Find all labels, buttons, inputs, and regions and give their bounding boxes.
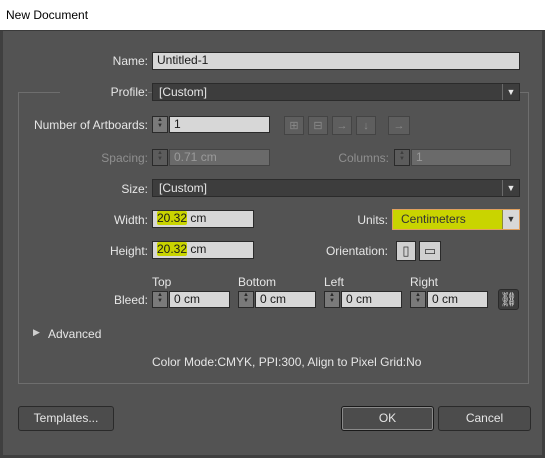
- bleed-right-input[interactable]: 0 cm: [427, 291, 488, 308]
- portrait-icon[interactable]: ▯: [396, 241, 416, 261]
- spacing-label: Spacing:: [101, 151, 148, 165]
- spacing-input: 0.71 cm: [169, 149, 270, 166]
- size-label: Size:: [121, 182, 148, 196]
- height-input[interactable]: 20.32 cm: [152, 241, 254, 259]
- document-info: Color Mode:CMYK, PPI:300, Align to Pixel…: [152, 355, 422, 369]
- name-label: Name:: [112, 54, 148, 68]
- bleed-top-label: Top: [152, 275, 172, 289]
- name-input[interactable]: Untitled-1: [152, 52, 520, 70]
- artboards-stepper[interactable]: ▲ ▼: [152, 116, 168, 133]
- columns-label: Columns:: [338, 151, 389, 165]
- bleed-top-input[interactable]: 0 cm: [169, 291, 230, 308]
- width-label: Width:: [113, 213, 148, 227]
- advanced-toggle[interactable]: Advanced: [48, 327, 101, 341]
- columns-input: 1: [411, 149, 511, 166]
- arrange-by-row-icon[interactable]: →: [332, 116, 352, 135]
- bleed-label: Bleed:: [113, 293, 148, 307]
- right-to-left-icon[interactable]: →: [388, 116, 410, 135]
- chevron-down-icon: ▼: [502, 84, 519, 100]
- spacing-stepper: ▲ ▼: [152, 149, 168, 166]
- units-label: Units:: [357, 213, 388, 227]
- bleed-left-stepper[interactable]: ▲ ▼: [324, 291, 340, 308]
- profile-value: [Custom]: [159, 85, 208, 99]
- units-dropdown[interactable]: Centimeters ▼: [392, 209, 520, 230]
- size-value: [Custom]: [159, 181, 208, 195]
- window-title: New Document: [6, 8, 89, 22]
- templates-button[interactable]: Templates...: [18, 406, 114, 431]
- bleed-bottom-input[interactable]: 0 cm: [255, 291, 316, 308]
- bleed-left-label: Left: [324, 275, 345, 289]
- height-value: 20.32: [157, 242, 188, 256]
- height-unit: cm: [190, 242, 207, 256]
- profile-dropdown[interactable]: [Custom] ▼: [152, 83, 520, 101]
- landscape-icon[interactable]: ▭: [419, 241, 441, 261]
- artboards-input[interactable]: 1: [169, 116, 270, 133]
- grid-by-column-icon[interactable]: ⊟: [308, 116, 328, 135]
- width-unit: cm: [190, 211, 207, 225]
- bleed-bottom-label: Bottom: [238, 275, 277, 289]
- columns-stepper: ▲ ▼: [394, 149, 410, 166]
- bleed-right-label: Right: [410, 275, 439, 289]
- height-label: Height:: [109, 244, 148, 258]
- orientation-label: Orientation:: [325, 244, 388, 258]
- profile-label: Profile:: [60, 85, 148, 99]
- bleed-top-stepper[interactable]: ▲ ▼: [152, 291, 168, 308]
- artboards-label: Number of Artboards:: [33, 118, 148, 132]
- title-bar: New Document: [0, 0, 545, 31]
- bleed-left-input[interactable]: 0 cm: [341, 291, 402, 308]
- grid-by-row-icon[interactable]: ⊞: [284, 116, 304, 135]
- bleed-right-stepper[interactable]: ▲ ▼: [410, 291, 426, 308]
- arrange-by-column-icon[interactable]: ↓: [356, 116, 376, 135]
- bleed-bottom-stepper[interactable]: ▲ ▼: [238, 291, 254, 308]
- cancel-button[interactable]: Cancel: [438, 406, 531, 431]
- ok-button[interactable]: OK: [341, 406, 434, 431]
- chain-link-icon[interactable]: ⛓: [498, 289, 519, 310]
- width-value: 20.32: [157, 211, 188, 225]
- width-input[interactable]: 20.32 cm: [152, 210, 254, 228]
- disclosure-triangle-icon[interactable]: ▶: [33, 327, 40, 338]
- chevron-down-icon: ▼: [502, 210, 519, 229]
- size-dropdown[interactable]: [Custom] ▼: [152, 179, 520, 197]
- chevron-down-icon: ▼: [502, 180, 519, 196]
- units-value: Centimeters: [401, 212, 466, 226]
